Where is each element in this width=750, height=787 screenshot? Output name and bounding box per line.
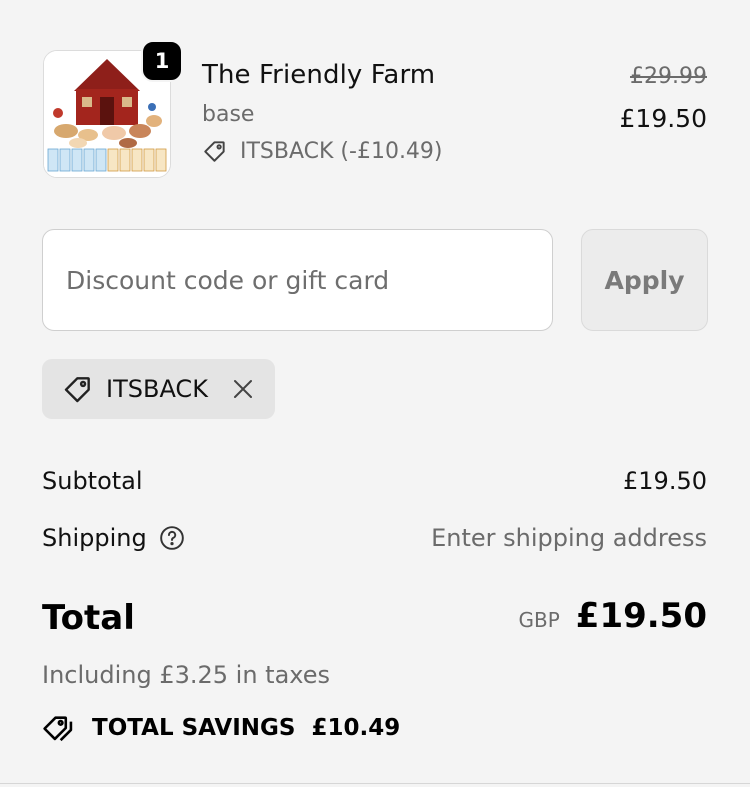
apply-button[interactable]: Apply: [581, 229, 708, 331]
total-value: £19.50: [575, 596, 707, 636]
item-price: £19.50: [619, 104, 707, 133]
quantity-badge: 1: [141, 40, 183, 82]
savings-value: £10.49: [311, 715, 401, 741]
subtotal-value: £19.50: [623, 467, 707, 495]
close-icon[interactable]: [231, 377, 255, 401]
total-label: Total: [42, 598, 135, 638]
currency-code: GBP: [518, 608, 560, 632]
original-price: £29.99: [630, 64, 707, 89]
question-circle-icon[interactable]: [159, 525, 185, 551]
product-variant: base: [202, 102, 255, 127]
product-discount: ITSBACK (-£10.49): [202, 138, 443, 164]
product-title: The Friendly Farm: [202, 60, 436, 90]
tag-icon: [64, 377, 90, 403]
discount-code-input[interactable]: [42, 229, 553, 331]
applied-code-label: ITSBACK: [106, 375, 208, 403]
total-savings: TOTAL SAVINGS £10.49: [42, 712, 400, 744]
savings-label: TOTAL SAVINGS: [92, 715, 296, 741]
tax-note: Including £3.25 in taxes: [42, 661, 331, 689]
subtotal-label: Subtotal: [42, 467, 143, 495]
double-tag-icon: [43, 716, 73, 742]
shipping-value: Enter shipping address: [431, 524, 707, 552]
shipping-label: Shipping: [42, 524, 147, 552]
total-value-group: GBP £19.50: [519, 596, 707, 636]
divider: [0, 783, 750, 784]
product-discount-text: ITSBACK (-£10.49): [240, 138, 443, 164]
shipping-row: Shipping: [42, 524, 185, 552]
applied-discount-chip: ITSBACK: [42, 359, 275, 419]
tag-icon: [204, 141, 225, 162]
